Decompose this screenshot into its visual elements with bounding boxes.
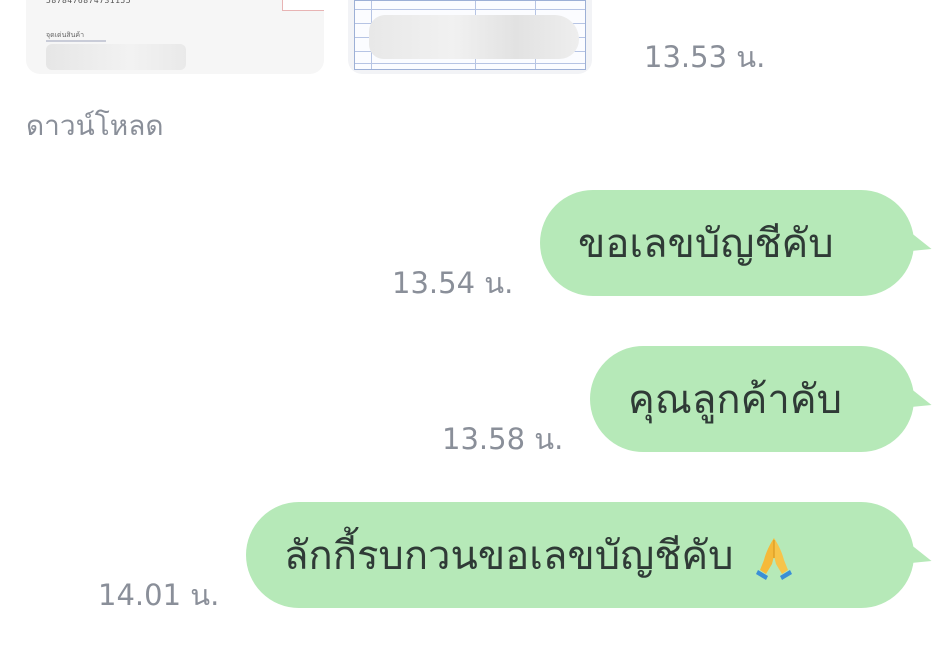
message-text: ขอเลขบัญชีคับ xyxy=(578,221,834,267)
attachment-spreadsheet-thumbnail[interactable] xyxy=(348,0,592,74)
message-bubble[interactable]: คุณลูกค้าคับ xyxy=(590,346,914,452)
document-line xyxy=(46,40,106,42)
message-timestamp: 13.58 น. xyxy=(442,422,564,456)
message-bubble[interactable]: ลักกี้รบกวนขอเลขบัญชีคับ xyxy=(246,502,914,608)
redacted-area xyxy=(369,15,579,59)
message-text: คุณลูกค้าคับ xyxy=(628,377,842,423)
message-text: ลักกี้รบกวนขอเลขบัญชีคับ xyxy=(284,533,734,579)
attachment-timestamp: 13.53 น. xyxy=(644,40,766,74)
document-number: 5878476874731155 xyxy=(46,0,132,5)
spreadsheet-preview xyxy=(354,0,586,70)
folded-hands-icon xyxy=(754,534,794,580)
redacted-area xyxy=(46,44,186,70)
message-timestamp: 14.01 น. xyxy=(98,578,220,612)
download-link[interactable]: ดาวน์โหลด xyxy=(26,104,164,148)
attachment-document-thumbnail[interactable]: 5878476874731155 จุดเด่นสินค้า xyxy=(26,0,324,74)
document-stamp xyxy=(282,0,324,11)
message-timestamp: 13.54 น. xyxy=(392,266,514,300)
message-bubble[interactable]: ขอเลขบัญชีคับ xyxy=(540,190,914,296)
